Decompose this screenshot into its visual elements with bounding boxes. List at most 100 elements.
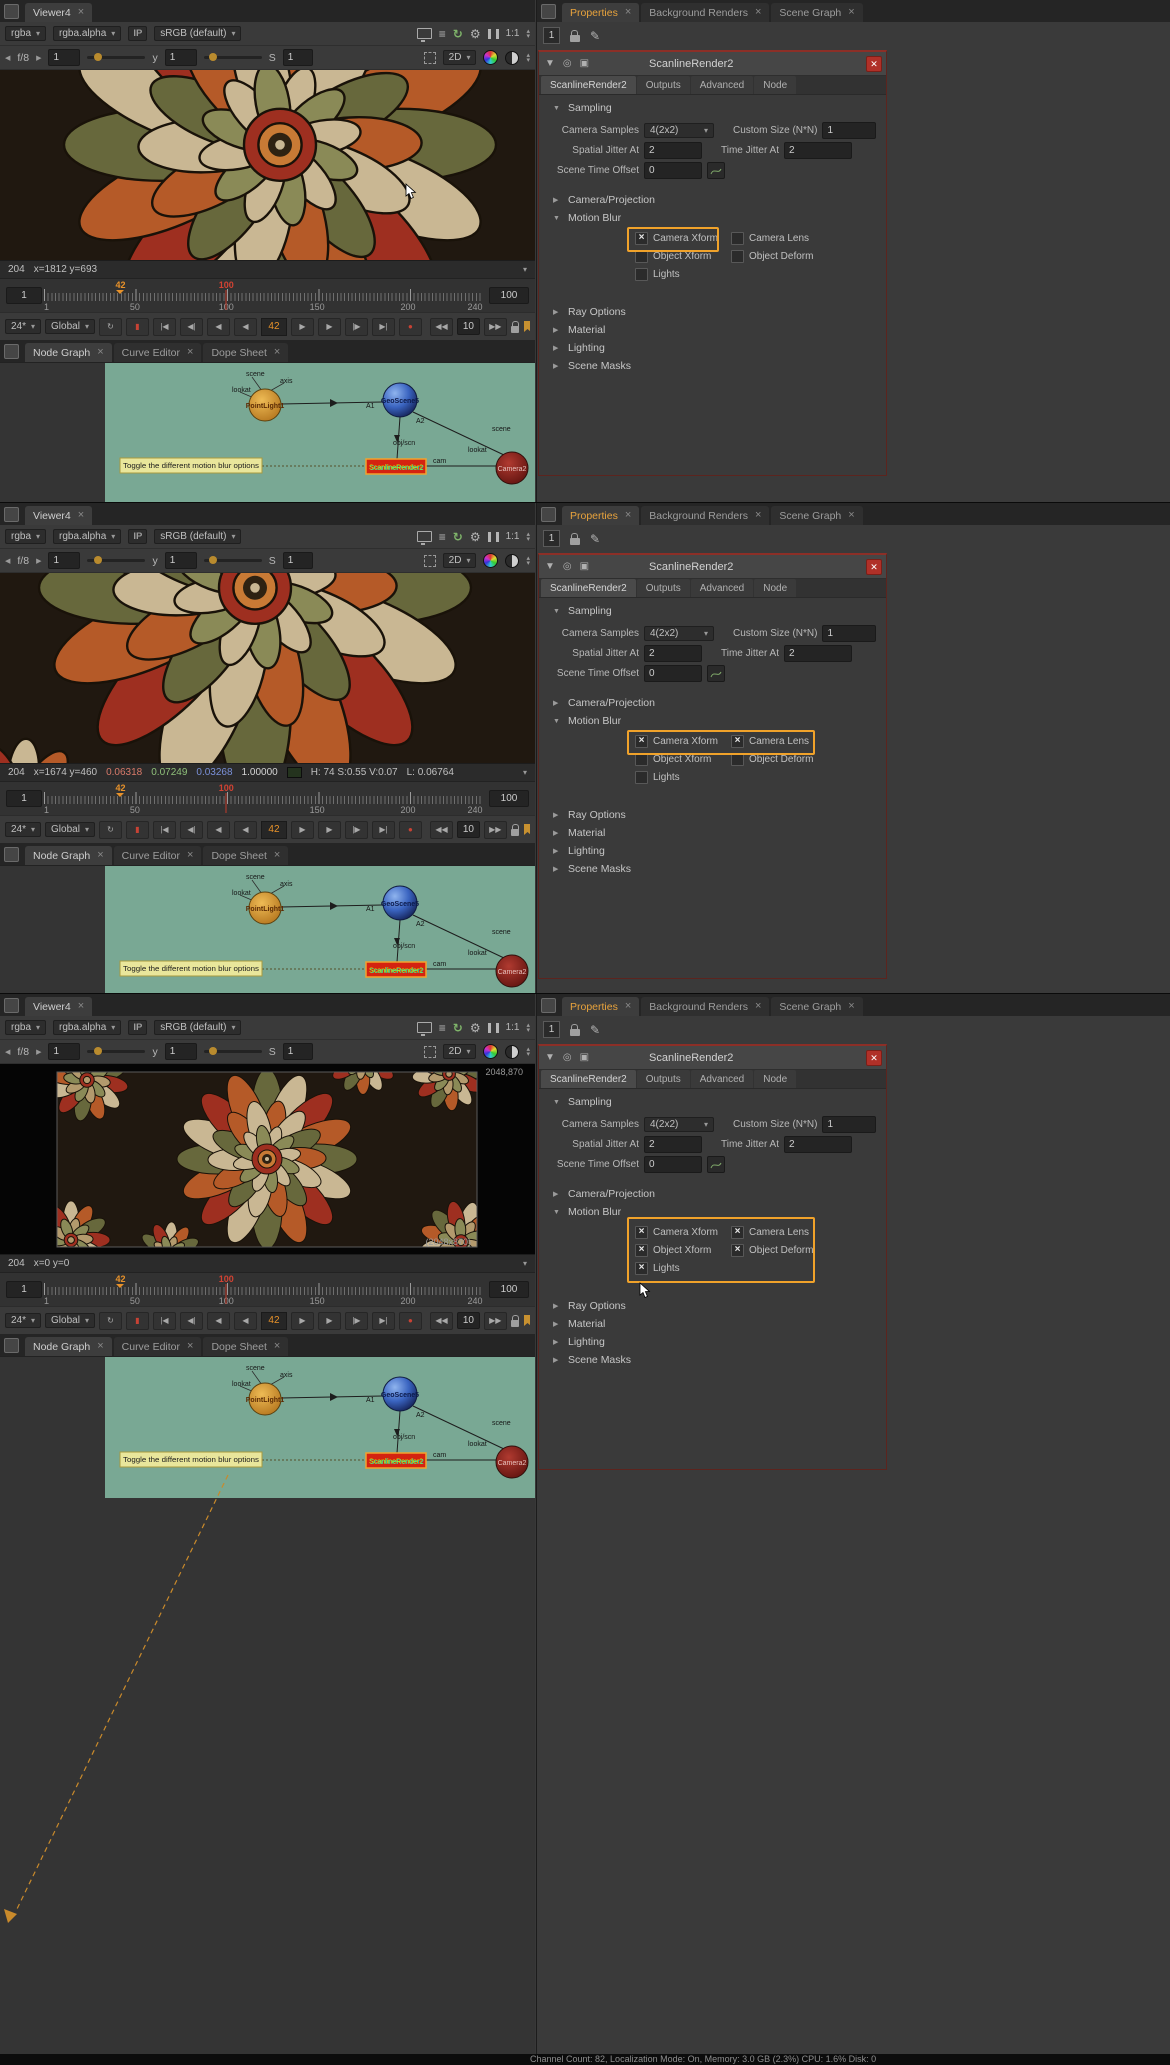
play-forward-button[interactable]: ▶	[291, 821, 314, 839]
jump-step-field[interactable]: 10	[457, 318, 480, 335]
current-frame-marker[interactable]: 42	[115, 783, 125, 801]
play-backward-button[interactable]: ◀	[234, 1312, 257, 1330]
viewer-viewport[interactable]	[0, 70, 535, 260]
menu-icon[interactable]: ≡	[439, 1022, 446, 1034]
panel-chevrons-icon[interactable]: ▴▾	[526, 1047, 530, 1057]
panel-stack-count[interactable]: 1	[543, 1021, 560, 1038]
group-ray-options[interactable]: ▶Ray Options	[553, 306, 626, 318]
lock-icon[interactable]	[570, 1029, 580, 1036]
camera-samples-select[interactable]: 4(2x2)▾	[644, 1117, 714, 1132]
node-graph-canvas[interactable]	[0, 1356, 535, 2054]
jump-back-button[interactable]: ◀◀	[430, 1312, 453, 1330]
view-mode-select[interactable]: 2D▾	[443, 50, 477, 65]
group-lighting[interactable]: ▶Lighting	[553, 1336, 605, 1348]
prev-icon[interactable]: ◀	[5, 557, 10, 565]
group-sampling[interactable]: ▼Sampling	[553, 1096, 612, 1108]
tab-curve-editor[interactable]: Curve Editor×	[114, 343, 202, 362]
record-toggle[interactable]: ▮	[126, 1312, 149, 1330]
tab-properties[interactable]: Properties×	[562, 506, 639, 525]
node-graph-canvas[interactable]	[0, 865, 535, 993]
tab-node[interactable]: Node	[754, 76, 796, 94]
goto-end-button[interactable]: ▶|	[372, 1312, 395, 1330]
tab-dope-sheet[interactable]: Dope Sheet×	[203, 1337, 288, 1356]
jump-back-button[interactable]: ◀◀	[430, 318, 453, 336]
close-icon[interactable]: ×	[274, 850, 280, 861]
center-node-icon[interactable]: ◎	[563, 561, 572, 572]
zoom-ratio-label[interactable]: 1:1	[506, 531, 520, 542]
view-mode-select[interactable]: 2D▾	[443, 553, 477, 568]
record-toggle[interactable]: ▮	[126, 318, 149, 336]
next-keyframe-button[interactable]: |▶	[345, 318, 368, 336]
panel-menu-button[interactable]	[4, 507, 19, 522]
gain-slider[interactable]	[87, 559, 145, 562]
panel-menu-button[interactable]	[541, 4, 556, 19]
group-camera-projection[interactable]: ▶Camera/Projection	[553, 1188, 655, 1200]
bookmark-icon[interactable]	[523, 1314, 530, 1327]
view-mode-select[interactable]: 2D▾	[443, 1044, 477, 1059]
close-icon[interactable]: ×	[78, 1001, 84, 1012]
lock-icon[interactable]	[511, 326, 519, 333]
close-icon[interactable]: ×	[274, 1341, 280, 1352]
timeline-ruler[interactable]: 1 50 100 150 200 240 42 100	[44, 1277, 481, 1304]
curve-editor-button[interactable]	[707, 162, 725, 179]
menu-icon[interactable]: ≡	[439, 531, 446, 543]
scene-time-offset-field[interactable]: 0	[644, 162, 702, 179]
tab-background-renders[interactable]: Background Renders×	[641, 506, 769, 525]
tab-scanlinerender2[interactable]: ScanlineRender2	[541, 76, 636, 94]
center-node-icon[interactable]: ◎	[563, 1052, 572, 1063]
panel-chevrons-icon[interactable]: ▴▾	[526, 556, 530, 566]
gear-icon[interactable]: ⚙	[470, 531, 481, 543]
jump-forward-button[interactable]: ▶▶	[484, 318, 507, 336]
prev-keyframe-button[interactable]: ◀|	[180, 1312, 203, 1330]
spatial-jitter-field[interactable]: 2	[644, 645, 702, 662]
current-frame-marker[interactable]: 42	[115, 280, 125, 298]
panel-chevrons-icon[interactable]: ▴▾	[526, 29, 530, 39]
loop-mode-icon[interactable]: ↻	[99, 1312, 122, 1330]
prev-frame-button[interactable]: ◀	[207, 318, 230, 336]
collapse-icon[interactable]: ▼	[545, 561, 555, 572]
tab-scene-graph[interactable]: Scene Graph×	[771, 997, 862, 1016]
camera-samples-select[interactable]: 4(2x2)▾	[644, 123, 714, 138]
jump-forward-button[interactable]: ▶▶	[484, 821, 507, 839]
panel-menu-button[interactable]	[541, 507, 556, 522]
group-scene-masks[interactable]: ▶Scene Masks	[553, 360, 631, 372]
stop-icon[interactable]: ●	[399, 318, 422, 336]
tab-viewer4[interactable]: Viewer4×	[25, 3, 92, 22]
range-scope-select[interactable]: Global▾	[45, 319, 95, 334]
checkbox-camera-lens[interactable]	[731, 232, 744, 245]
tab-node-graph[interactable]: Node Graph×	[25, 846, 112, 865]
zoom-ratio-label[interactable]: 1:1	[506, 1022, 520, 1033]
goto-start-button[interactable]: |◀	[153, 1312, 176, 1330]
gamma-field[interactable]: 1	[165, 49, 197, 66]
timeline-ruler[interactable]: 1 50 150 200 240 42 100	[44, 786, 481, 813]
tab-node-graph[interactable]: Node Graph×	[25, 1337, 112, 1356]
group-material[interactable]: ▶Material	[553, 324, 605, 336]
zoom-ratio-label[interactable]: 1:1	[506, 28, 520, 39]
group-material[interactable]: ▶Material	[553, 1318, 605, 1330]
display-gamma-icon[interactable]	[505, 51, 519, 65]
play-forward-button[interactable]: ▶	[291, 318, 314, 336]
close-panel-button[interactable]: ✕	[866, 559, 882, 575]
timeline-ruler[interactable]: 1 50 100 150 200 240 42 100	[44, 283, 481, 310]
color-wheel-icon[interactable]	[483, 1044, 498, 1059]
range-start-field[interactable]: 1	[6, 790, 42, 807]
bookmark-icon[interactable]	[523, 823, 530, 836]
tab-properties[interactable]: Properties×	[562, 997, 639, 1016]
panel-chevrons-icon[interactable]: ▴▾	[526, 532, 530, 542]
tab-advanced[interactable]: Advanced	[691, 1070, 753, 1088]
group-scene-masks[interactable]: ▶Scene Masks	[553, 1354, 631, 1366]
chevron-down-icon[interactable]: ▾	[523, 768, 527, 777]
node-graph-canvas[interactable]	[0, 362, 535, 502]
colorspace-select[interactable]: sRGB (default)▾	[154, 529, 241, 544]
colorspace-select[interactable]: sRGB (default)▾	[154, 1020, 241, 1035]
alpha-select[interactable]: rgba.alpha▾	[53, 26, 121, 41]
close-icon[interactable]: ×	[97, 850, 103, 861]
viewer-viewport[interactable]	[0, 573, 535, 763]
tab-dope-sheet[interactable]: Dope Sheet×	[203, 846, 288, 865]
spatial-jitter-field[interactable]: 2	[644, 1136, 702, 1153]
group-material[interactable]: ▶Material	[553, 827, 605, 839]
collapse-icon[interactable]: ▼	[545, 58, 555, 69]
gamma-slider[interactable]	[204, 559, 262, 562]
close-icon[interactable]: ×	[274, 347, 280, 358]
record-toggle[interactable]: ▮	[126, 821, 149, 839]
